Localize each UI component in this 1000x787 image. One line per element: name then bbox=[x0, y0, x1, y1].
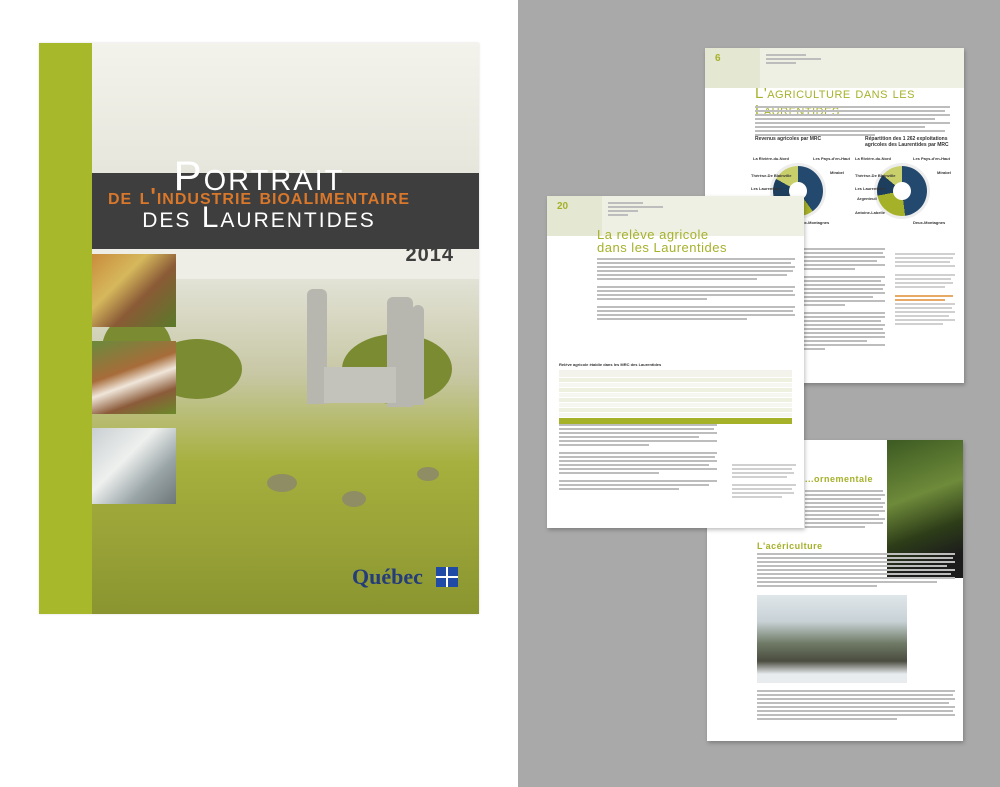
quebec-logo-text: Québec bbox=[352, 564, 423, 589]
page-header bbox=[760, 48, 964, 88]
page-header-text bbox=[608, 202, 663, 218]
succession-table: Relève agricole établie dans les MRC des… bbox=[559, 362, 792, 425]
page-title-line2: dans les Laurentides bbox=[597, 240, 727, 255]
pie-label: Argenteuil bbox=[857, 196, 877, 201]
cover-green-strip bbox=[39, 43, 92, 614]
body-text bbox=[559, 424, 719, 492]
pie-label: Thérèse-De Blainville bbox=[855, 173, 896, 178]
cover-year: 2014 bbox=[405, 244, 454, 266]
body-text bbox=[805, 490, 885, 530]
footnotes bbox=[732, 464, 798, 500]
market-photo bbox=[92, 254, 176, 327]
silo-shape bbox=[412, 305, 424, 405]
table-title: Relève agricole établie dans les MRC des… bbox=[559, 362, 662, 367]
footnotes bbox=[895, 253, 957, 327]
report-cover: Portrait de l'industrie bioalimentaire d… bbox=[39, 43, 479, 614]
quebec-flag-icon bbox=[436, 567, 458, 587]
pie-label: Deux-Montagnes bbox=[913, 220, 946, 225]
chart-right-title: Répartition des 1 262 exploitations agri… bbox=[865, 136, 949, 148]
sugar-shack-photo bbox=[757, 595, 907, 683]
page-number: 20 bbox=[547, 196, 602, 236]
pie-label: Mirabel bbox=[937, 170, 952, 175]
food-worker-photo bbox=[92, 428, 176, 504]
body-text bbox=[757, 553, 957, 589]
cows-photo bbox=[92, 341, 176, 414]
pie-label: La Rivière-du-Nord bbox=[855, 156, 892, 161]
intro-paragraph bbox=[755, 106, 955, 138]
pie-label: Antoine-Labelle bbox=[855, 210, 886, 215]
hay-bale bbox=[267, 474, 297, 492]
pie-label: Les Pays-d'en-Haut bbox=[813, 156, 850, 161]
body-text bbox=[597, 258, 797, 322]
hay-bale bbox=[342, 491, 366, 507]
page-succession: 20 La relève agricole dans les Laurentid… bbox=[547, 196, 804, 528]
section-heading-ornamental: ...ornementale bbox=[805, 474, 874, 484]
left-panel: Portrait de l'industrie bioalimentaire d… bbox=[0, 0, 518, 787]
hay-bale bbox=[417, 467, 439, 481]
page-number: 6 bbox=[705, 48, 760, 88]
page-header-text bbox=[766, 54, 821, 66]
table-header-row bbox=[559, 370, 792, 378]
pie-label: Les Laurentides bbox=[751, 186, 782, 191]
barn-shape bbox=[324, 367, 396, 403]
cover-title-line3: des Laurentides bbox=[142, 201, 376, 234]
pie-label: Thérèse-De Blainville bbox=[751, 173, 792, 178]
page-title: La relève agricole dans les Laurentides bbox=[597, 228, 727, 254]
pie-label: Mirabel bbox=[830, 170, 845, 175]
chart-left-title: Revenus agricoles par MRC bbox=[755, 136, 822, 142]
pie-label: Les Pays-d'en-Haut bbox=[913, 156, 950, 161]
body-text bbox=[757, 690, 957, 722]
pie-label: La Rivière-du-Nord bbox=[753, 156, 790, 161]
section-heading-maple: L'acériculture bbox=[757, 541, 823, 551]
pie-label: Les Laurentides bbox=[855, 186, 886, 191]
